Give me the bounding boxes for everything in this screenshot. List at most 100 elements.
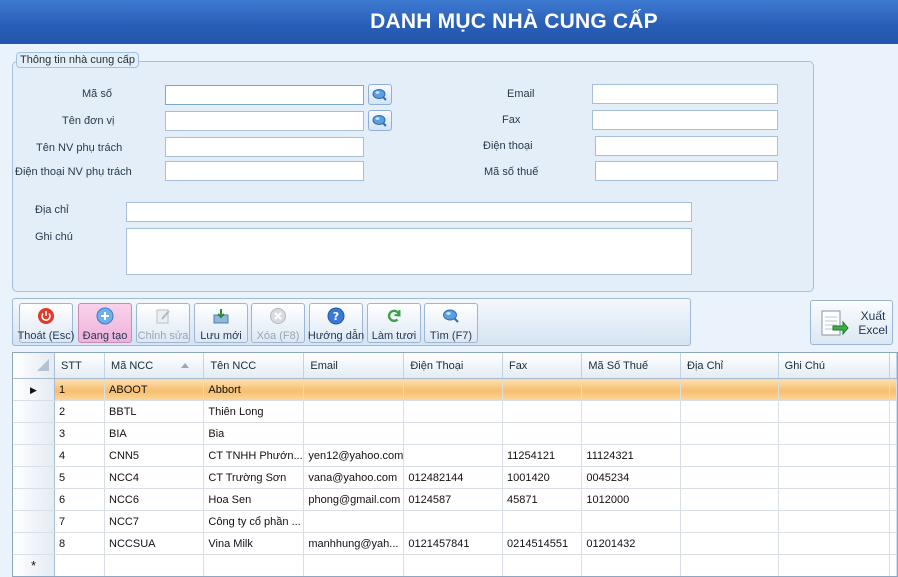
table-cell[interactable] — [680, 488, 779, 511]
table-cell[interactable]: CT Trường Sơn — [203, 466, 305, 489]
edit-button[interactable]: Chỉnh sửa — [136, 303, 190, 343]
table-cell[interactable] — [403, 554, 503, 576]
table-cell[interactable]: Vina Milk — [203, 532, 305, 555]
table-cell[interactable] — [680, 444, 779, 467]
table-cell[interactable] — [403, 378, 503, 401]
table-cell[interactable] — [502, 554, 583, 576]
table-cell[interactable]: 6 — [54, 488, 106, 511]
column-header-fax[interactable]: Fax — [502, 353, 583, 379]
table-cell[interactable] — [403, 510, 503, 533]
table-cell[interactable]: 5 — [54, 466, 106, 489]
table-cell[interactable] — [778, 444, 891, 467]
table-row[interactable]: 7 NCC7 Công ty cổ phần ... — [13, 510, 897, 533]
email-input[interactable] — [592, 84, 778, 104]
ten-don-vi-lookup-button[interactable] — [368, 110, 392, 131]
table-cell[interactable] — [303, 554, 405, 576]
export-excel-button[interactable]: Xuất Excel — [810, 300, 893, 345]
table-cell[interactable]: CT TNHH Phướn... — [203, 444, 305, 467]
ma-so-lookup-button[interactable] — [368, 84, 392, 105]
table-cell[interactable] — [778, 422, 891, 445]
table-cell[interactable]: 0124587 — [403, 488, 503, 511]
table-cell[interactable]: NCC4 — [104, 466, 205, 489]
table-cell[interactable]: 11254121 — [502, 444, 583, 467]
table-cell[interactable] — [502, 422, 583, 445]
table-cell[interactable] — [581, 400, 682, 423]
table-row[interactable]: 5 NCC4 CT Trường Sơn vana@yahoo.com 01248214… — [13, 466, 897, 489]
table-row[interactable]: 4 CNN5 CT TNHH Phướn... yen12@yahoo.com 1125… — [13, 444, 897, 467]
row-header[interactable] — [13, 532, 55, 555]
table-cell[interactable] — [403, 400, 503, 423]
table-cell[interactable]: 0121457841 — [403, 532, 503, 555]
fax-input[interactable] — [592, 110, 778, 130]
table-cell[interactable] — [581, 422, 682, 445]
table-cell[interactable]: BIA — [104, 422, 205, 445]
table-cell[interactable] — [778, 488, 891, 511]
table-row[interactable]: 8 NCCSUA Vina Milk manhhung@yah... 012145784… — [13, 532, 897, 555]
ten-nv-input[interactable] — [165, 137, 364, 157]
table-cell[interactable]: 012482144 — [403, 466, 503, 489]
table-cell[interactable] — [54, 554, 106, 576]
table-cell[interactable] — [403, 422, 503, 445]
column-header-stt[interactable]: STT — [54, 353, 106, 379]
refresh-button[interactable]: Làm tươi — [367, 303, 421, 343]
dien-thoai-nv-input[interactable] — [165, 161, 364, 181]
row-header[interactable] — [13, 466, 55, 489]
table-cell[interactable] — [680, 400, 779, 423]
help-button[interactable]: ? Hướng dẫn — [308, 303, 364, 343]
table-cell[interactable]: phong@gmail.com — [303, 488, 405, 511]
save-new-button[interactable]: Lưu mới — [194, 303, 248, 343]
row-header[interactable] — [13, 488, 55, 511]
column-header-email[interactable]: Email — [303, 353, 405, 379]
table-cell[interactable]: Bia — [203, 422, 305, 445]
table-cell[interactable]: 8 — [54, 532, 106, 555]
create-button[interactable]: Đang tạo — [78, 303, 132, 343]
table-cell[interactable] — [581, 554, 682, 576]
table-cell[interactable]: vana@yahoo.com — [303, 466, 405, 489]
table-cell[interactable]: ABOOT — [104, 378, 205, 401]
table-row[interactable]: ▶ 1 ABOOT Abbort — [13, 378, 897, 401]
table-cell[interactable] — [303, 422, 405, 445]
table-cell[interactable] — [680, 554, 779, 576]
table-cell[interactable]: BBTL — [104, 400, 205, 423]
ma-so-thue-input[interactable] — [595, 161, 778, 181]
row-header[interactable] — [13, 422, 55, 445]
new-row[interactable]: * — [13, 554, 897, 576]
exit-button[interactable]: Thoát (Esc) — [18, 303, 74, 343]
dia-chi-input[interactable] — [126, 202, 692, 222]
table-cell[interactable]: Thiên Long — [203, 400, 305, 423]
table-cell[interactable] — [778, 532, 891, 555]
table-cell[interactable]: manhhung@yah... — [303, 532, 405, 555]
table-cell[interactable]: Hoa Sen — [203, 488, 305, 511]
table-cell[interactable] — [502, 510, 583, 533]
table-cell[interactable] — [778, 510, 891, 533]
ma-so-input[interactable] — [165, 85, 364, 105]
table-cell[interactable]: 1001420 — [502, 466, 583, 489]
row-header[interactable] — [13, 510, 55, 533]
table-cell[interactable] — [581, 378, 682, 401]
column-header-ghi-chu[interactable]: Ghi Chú — [778, 353, 891, 379]
table-cell[interactable] — [581, 510, 682, 533]
table-cell[interactable]: 45871 — [502, 488, 583, 511]
table-cell[interactable] — [778, 466, 891, 489]
dien-thoai-input[interactable] — [595, 136, 778, 156]
find-button[interactable]: Tìm (F7) — [424, 303, 478, 343]
table-cell[interactable] — [303, 378, 405, 401]
table-cell[interactable]: NCC7 — [104, 510, 205, 533]
ten-don-vi-input[interactable] — [165, 111, 364, 131]
table-row[interactable]: 6 NCC6 Hoa Sen phong@gmail.com 0124587 45871 1… — [13, 488, 897, 511]
ghi-chu-textarea[interactable] — [126, 228, 692, 275]
table-row[interactable]: 2 BBTL Thiên Long — [13, 400, 897, 423]
table-cell[interactable] — [303, 400, 405, 423]
table-cell[interactable] — [303, 510, 405, 533]
table-cell[interactable]: Abbort — [203, 378, 305, 401]
table-cell[interactable] — [778, 400, 891, 423]
table-cell[interactable]: 01201432 — [581, 532, 682, 555]
table-cell[interactable]: 3 — [54, 422, 106, 445]
delete-button[interactable]: Xóa (F8) — [251, 303, 305, 343]
table-cell[interactable] — [778, 378, 891, 401]
select-all-corner[interactable] — [13, 353, 55, 379]
row-header[interactable] — [13, 400, 55, 423]
table-row[interactable]: 3 BIA Bia — [13, 422, 897, 445]
table-cell[interactable]: 1012000 — [581, 488, 682, 511]
column-header-dia-chi[interactable]: Địa Chỉ — [680, 353, 779, 379]
